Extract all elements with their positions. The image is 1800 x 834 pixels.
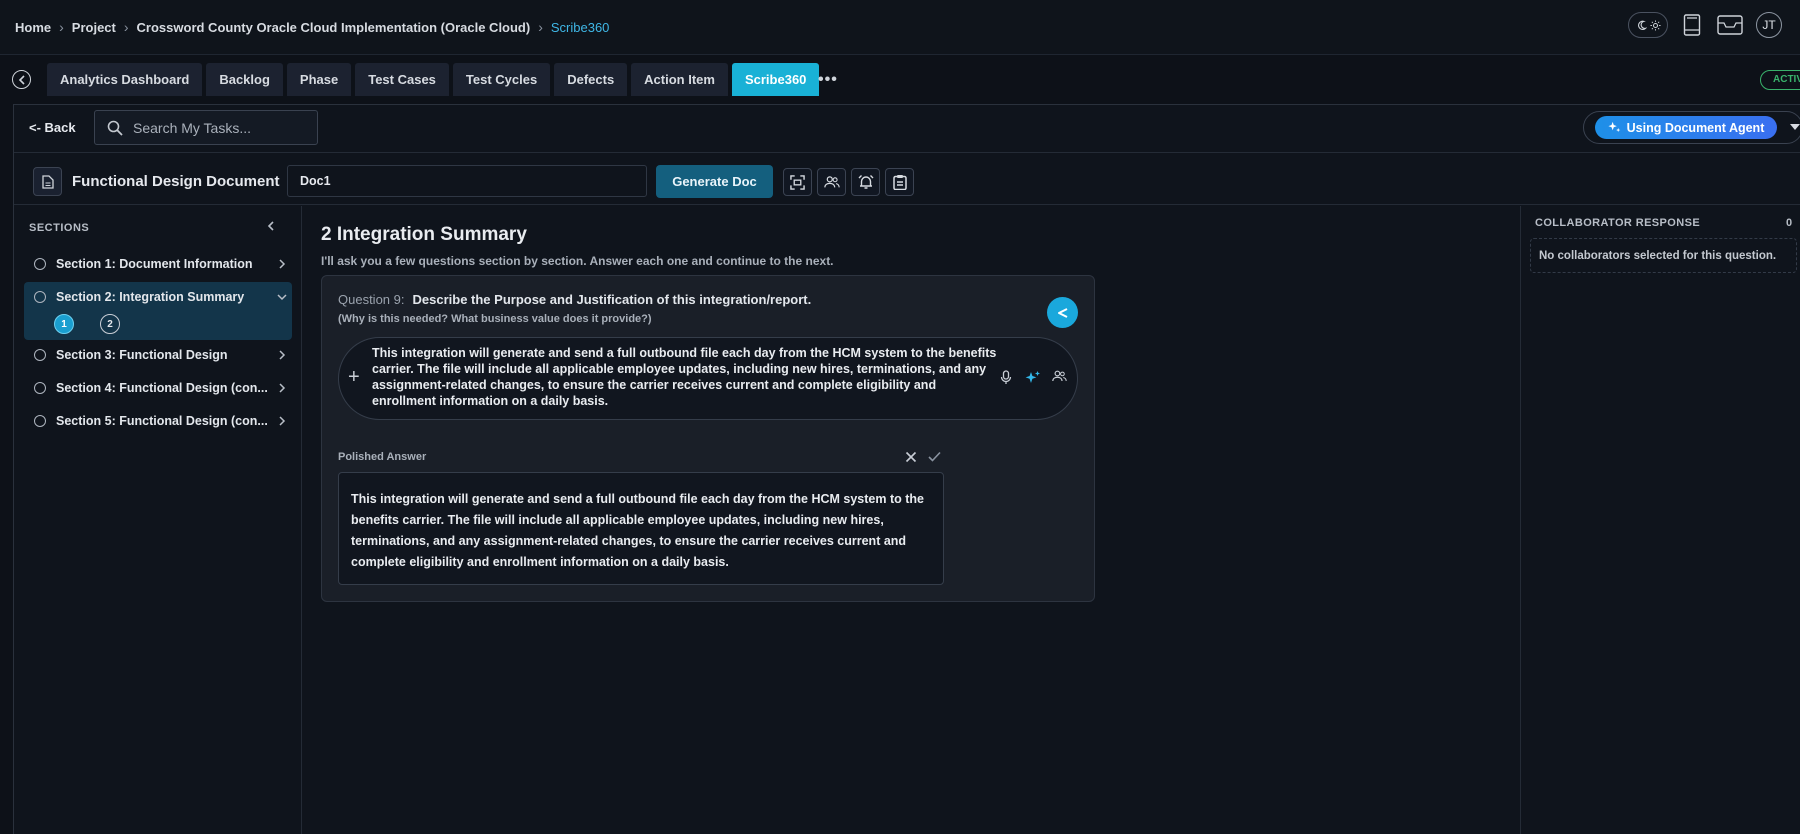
status-circle-icon [34,349,46,361]
section-label: Section 1: Document Information [56,257,253,271]
section-item-1[interactable]: Section 1: Document Information [24,249,292,279]
question-step-1[interactable]: 1 [54,314,74,334]
top-right-controls: JT [1628,12,1782,38]
tab-test-cycles[interactable]: Test Cycles [452,63,551,96]
question-line: Question 9: Describe the Purpose and Just… [338,292,811,307]
document-name-field [287,165,647,197]
chevron-down-icon [272,293,292,301]
ai-polish-icon[interactable] [1025,370,1041,386]
question-number: Question 9: [338,292,405,307]
tab-test-cases[interactable]: Test Cases [355,63,449,96]
question-step-2[interactable]: 2 [100,314,120,334]
document-icon [33,167,62,196]
sun-icon [1649,19,1661,31]
collapse-nav-icon[interactable] [12,70,31,89]
polished-answer-label: Polished Answer [338,451,427,463]
send-icon [1057,307,1067,318]
breadcrumb-project-name[interactable]: Crossword County Oracle Cloud Implementa… [137,20,531,35]
breadcrumb: Home › Project › Crossword County Oracle… [15,19,609,35]
chevron-right-icon [272,259,292,269]
status-circle-icon [34,415,46,427]
microphone-icon[interactable] [1000,370,1012,385]
section-item-5[interactable]: Section 5: Functional Design (con... [24,406,292,436]
status-circle-icon [34,291,46,303]
answer-text[interactable]: This integration will generate and send … [372,345,997,409]
breadcrumb-chevron-icon: › [59,19,64,35]
breadcrumb-current: Scribe360 [550,19,610,35]
tab-defects[interactable]: Defects [554,63,628,96]
avatar[interactable]: JT [1756,12,1782,38]
chevron-right-icon [272,350,292,360]
tab-phase[interactable]: Phase [286,63,352,96]
users-icon[interactable] [817,168,846,196]
collaborator-empty-state: No collaborators selected for this quest… [1530,238,1797,273]
breadcrumb-chevron-icon: › [123,19,129,35]
search-icon [107,120,123,136]
breadcrumb-chevron-icon: › [538,19,543,35]
chevron-down-icon[interactable] [1790,124,1800,130]
alarm-icon[interactable] [851,168,880,196]
document-agent-button[interactable]: Using Document Agent [1595,116,1777,139]
breadcrumb-home[interactable]: Home [15,20,51,35]
add-attachment-icon[interactable]: + [348,366,360,389]
generate-doc-button[interactable]: Generate Doc [656,165,773,198]
more-tabs-button[interactable]: ••• [818,71,838,89]
section-intro: I'll ask you a few questions section by … [321,254,834,268]
chevron-right-icon [272,383,292,393]
breadcrumb-project[interactable]: Project [72,20,116,35]
moon-icon [1637,20,1647,30]
clipboard-icon[interactable] [885,168,914,196]
collaborator-count: 0 [1786,217,1793,229]
status-circle-icon [34,382,46,394]
section-label: Section 4: Functional Design (con... [56,381,268,395]
scan-icon[interactable] [783,168,812,196]
section-heading: 2 Integration Summary [321,224,527,245]
section-label: Section 2: Integration Summary [56,290,245,304]
tab-scribe360[interactable]: Scribe360 [731,63,820,96]
polished-answer-text: This integration will generate and send … [351,492,924,569]
search-box [94,110,318,145]
send-button[interactable] [1047,297,1078,328]
question-text: Describe the Purpose and Justification o… [412,292,812,307]
section-label: Section 5: Functional Design (con... [56,414,268,428]
accept-polished-check-icon[interactable] [928,451,941,462]
section-item-4[interactable]: Section 4: Functional Design (con... [24,373,292,403]
section-item-2[interactable]: Section 2: Integration Summary [24,282,292,312]
collaborator-title: COLLABORATOR RESPONSE [1535,217,1701,229]
collaborator-panel [1520,206,1800,834]
status-circle-icon [34,258,46,270]
collapse-sidebar-icon[interactable] [266,220,276,232]
sidebar-title: SECTIONS [29,222,90,234]
module-tabs: Analytics Dashboard Backlog Phase Test C… [47,63,820,96]
back-button[interactable]: <- Back [29,120,76,135]
section-label: Section 3: Functional Design [56,348,228,362]
tab-action-item[interactable]: Action Item [631,63,728,96]
question-hint: (Why is this needed? What business value… [338,313,652,325]
status-badge: ACTIVE [1760,70,1800,90]
tab-analytics-dashboard[interactable]: Analytics Dashboard [47,63,203,96]
tab-backlog[interactable]: Backlog [206,63,283,96]
agent-label: Using Document Agent [1626,120,1765,135]
chevron-right-icon [272,416,292,426]
sparkle-icon [1608,121,1620,133]
book-icon[interactable] [1680,12,1704,38]
search-input[interactable] [133,119,303,136]
inbox-icon[interactable] [1716,12,1744,38]
theme-toggle[interactable] [1628,12,1668,38]
section-item-3[interactable]: Section 3: Functional Design [24,340,292,370]
document-title: Functional Design Document [72,173,280,190]
reject-polished-close-icon[interactable] [905,451,917,463]
users-icon[interactable] [1052,370,1067,382]
document-name-input[interactable] [300,174,630,188]
